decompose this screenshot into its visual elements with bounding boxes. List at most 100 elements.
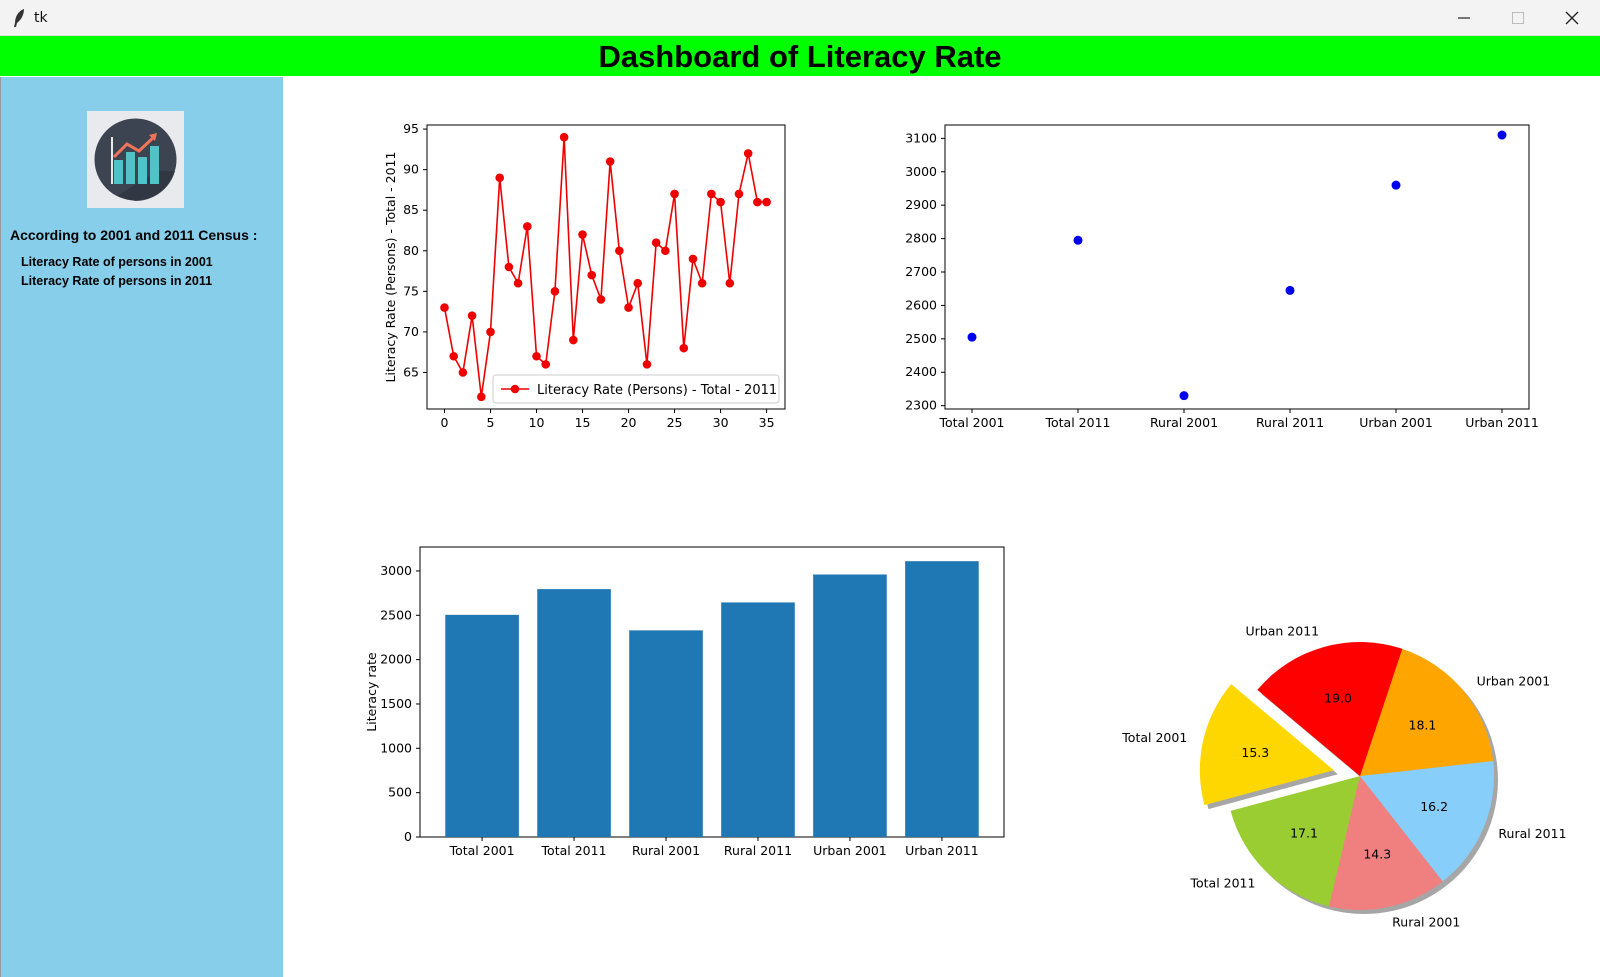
x-tick-label: Urban 2001 xyxy=(813,843,887,858)
y-tick-label: 80 xyxy=(403,243,419,258)
y-tick-label: 2300 xyxy=(905,398,937,413)
y-tick-label: 85 xyxy=(403,202,419,217)
x-tick-label: Urban 2001 xyxy=(1359,415,1433,430)
x-tick-label: Urban 2011 xyxy=(1465,415,1539,430)
data-point xyxy=(467,311,477,320)
slice-label: Urban 2001 xyxy=(1477,674,1551,689)
y-tick-label: 2400 xyxy=(905,364,937,379)
data-point xyxy=(587,270,597,280)
x-tick-label: Rural 2001 xyxy=(632,843,700,858)
data-point xyxy=(486,327,495,337)
data-point xyxy=(707,189,716,199)
y-tick-label: 2800 xyxy=(905,231,937,246)
y-axis-label: Literacy Rate (Persons) - Total - 2011 xyxy=(383,152,398,383)
slice-percent: 16.2 xyxy=(1420,799,1448,814)
slice-label: Rural 2001 xyxy=(1392,915,1460,927)
x-tick-label: Total 2001 xyxy=(449,843,515,858)
scatter-point xyxy=(1073,235,1083,245)
y-tick-label: 1000 xyxy=(380,740,412,755)
data-point xyxy=(541,360,551,369)
scatter-point xyxy=(1285,285,1295,295)
y-tick-label: 3000 xyxy=(905,164,937,179)
scatter-point xyxy=(1179,391,1189,401)
data-point xyxy=(651,238,661,247)
bar-chart: Total 2001 Total 2011 Rural 2001 Rural 2011… xyxy=(364,546,1005,858)
slice-percent: 15.3 xyxy=(1241,745,1269,760)
data-point xyxy=(697,278,707,288)
y-tick-label: 2900 xyxy=(905,197,937,212)
sidebar-item-literacy-2001[interactable]: Literacy Rate of persons in 2001 xyxy=(21,255,213,269)
data-point xyxy=(661,246,670,256)
slice-percent: 17.1 xyxy=(1290,826,1318,841)
logo xyxy=(87,111,184,208)
data-point xyxy=(523,222,532,231)
data-point xyxy=(569,335,578,345)
data-point xyxy=(633,278,643,288)
y-tick-label: 65 xyxy=(403,364,419,379)
y-tick-label: 500 xyxy=(388,785,412,800)
data-point xyxy=(550,287,560,296)
x-tick-label: 5 xyxy=(487,415,495,430)
bar-chart-growth-icon xyxy=(94,118,177,202)
y-tick-label: 1500 xyxy=(380,696,412,711)
window-titlebar: tk xyxy=(0,0,1600,36)
x-tick-label: 25 xyxy=(667,415,683,430)
slice-label: Total 2011 xyxy=(1189,876,1255,891)
x-tick-label: 20 xyxy=(621,415,637,430)
x-tick-label: Urban 2011 xyxy=(905,843,979,858)
x-tick-label: Total 2001 xyxy=(939,415,1005,430)
y-tick-label: 2500 xyxy=(905,331,937,346)
minimize-button[interactable] xyxy=(1436,0,1492,35)
sidebar-item-literacy-2011[interactable]: Literacy Rate of persons in 2011 xyxy=(21,274,212,288)
slice-label: Urban 2011 xyxy=(1246,624,1320,639)
data-point xyxy=(596,295,606,304)
data-point xyxy=(605,157,615,166)
y-tick-label: 90 xyxy=(403,162,419,177)
slice-percent: 18.1 xyxy=(1409,717,1437,732)
close-button[interactable] xyxy=(1544,0,1600,35)
x-tick-label: Rural 2011 xyxy=(724,843,792,858)
scatter-chart: 2300 2400 2500 2600 2700 2800 2900 3000 3100 Tota… xyxy=(905,124,1539,430)
data-point xyxy=(734,189,744,199)
bar xyxy=(445,614,519,837)
data-point xyxy=(642,360,652,369)
data-point xyxy=(476,392,486,402)
x-tick-label: 15 xyxy=(575,415,591,430)
minimize-icon xyxy=(1458,17,1470,19)
slice-label: Total 2001 xyxy=(1121,730,1187,745)
slice-percent: 14.3 xyxy=(1363,847,1391,862)
y-tick-label: 3100 xyxy=(905,130,937,145)
y-tick-label: 75 xyxy=(403,283,419,298)
feather-icon xyxy=(14,9,24,27)
x-tick-label: Rural 2011 xyxy=(1256,415,1324,430)
slice-label: Rural 2011 xyxy=(1498,826,1566,841)
maximize-icon xyxy=(1512,12,1524,24)
bar xyxy=(813,574,887,837)
y-tick-label: 3000 xyxy=(380,563,412,578)
page-title: Dashboard of Literacy Rate xyxy=(598,39,1002,74)
bar xyxy=(629,630,703,837)
legend-marker xyxy=(510,384,520,394)
y-tick-label: 2600 xyxy=(905,297,937,312)
data-point xyxy=(615,246,624,256)
data-point xyxy=(624,303,633,312)
plot-frame xyxy=(944,124,1530,410)
data-point xyxy=(688,254,698,264)
dashboard-header: Dashboard of Literacy Rate xyxy=(0,36,1600,76)
maximize-button[interactable] xyxy=(1490,0,1546,35)
y-tick-label: 95 xyxy=(403,121,419,136)
data-point xyxy=(513,278,523,288)
data-point xyxy=(559,132,569,142)
close-icon xyxy=(1565,11,1579,25)
slice-percent: 19.0 xyxy=(1324,691,1352,706)
data-point xyxy=(458,368,468,377)
main-chart-area: 0 5 10 15 20 25 30 35 65 70 75 80 85 90 95 Literacy Rat… xyxy=(283,77,1600,977)
line-chart: 0 5 10 15 20 25 30 35 65 70 75 80 85 90 95 Literacy Rat… xyxy=(383,121,786,430)
data-point xyxy=(670,189,679,199)
y-tick-label: 2000 xyxy=(380,652,412,667)
x-tick-label: Rural 2001 xyxy=(1150,415,1218,430)
scatter-point xyxy=(967,332,977,342)
x-tick-label: Total 2011 xyxy=(541,843,607,858)
x-tick-label: Total 2011 xyxy=(1045,415,1111,430)
x-tick-label: 0 xyxy=(441,415,449,430)
